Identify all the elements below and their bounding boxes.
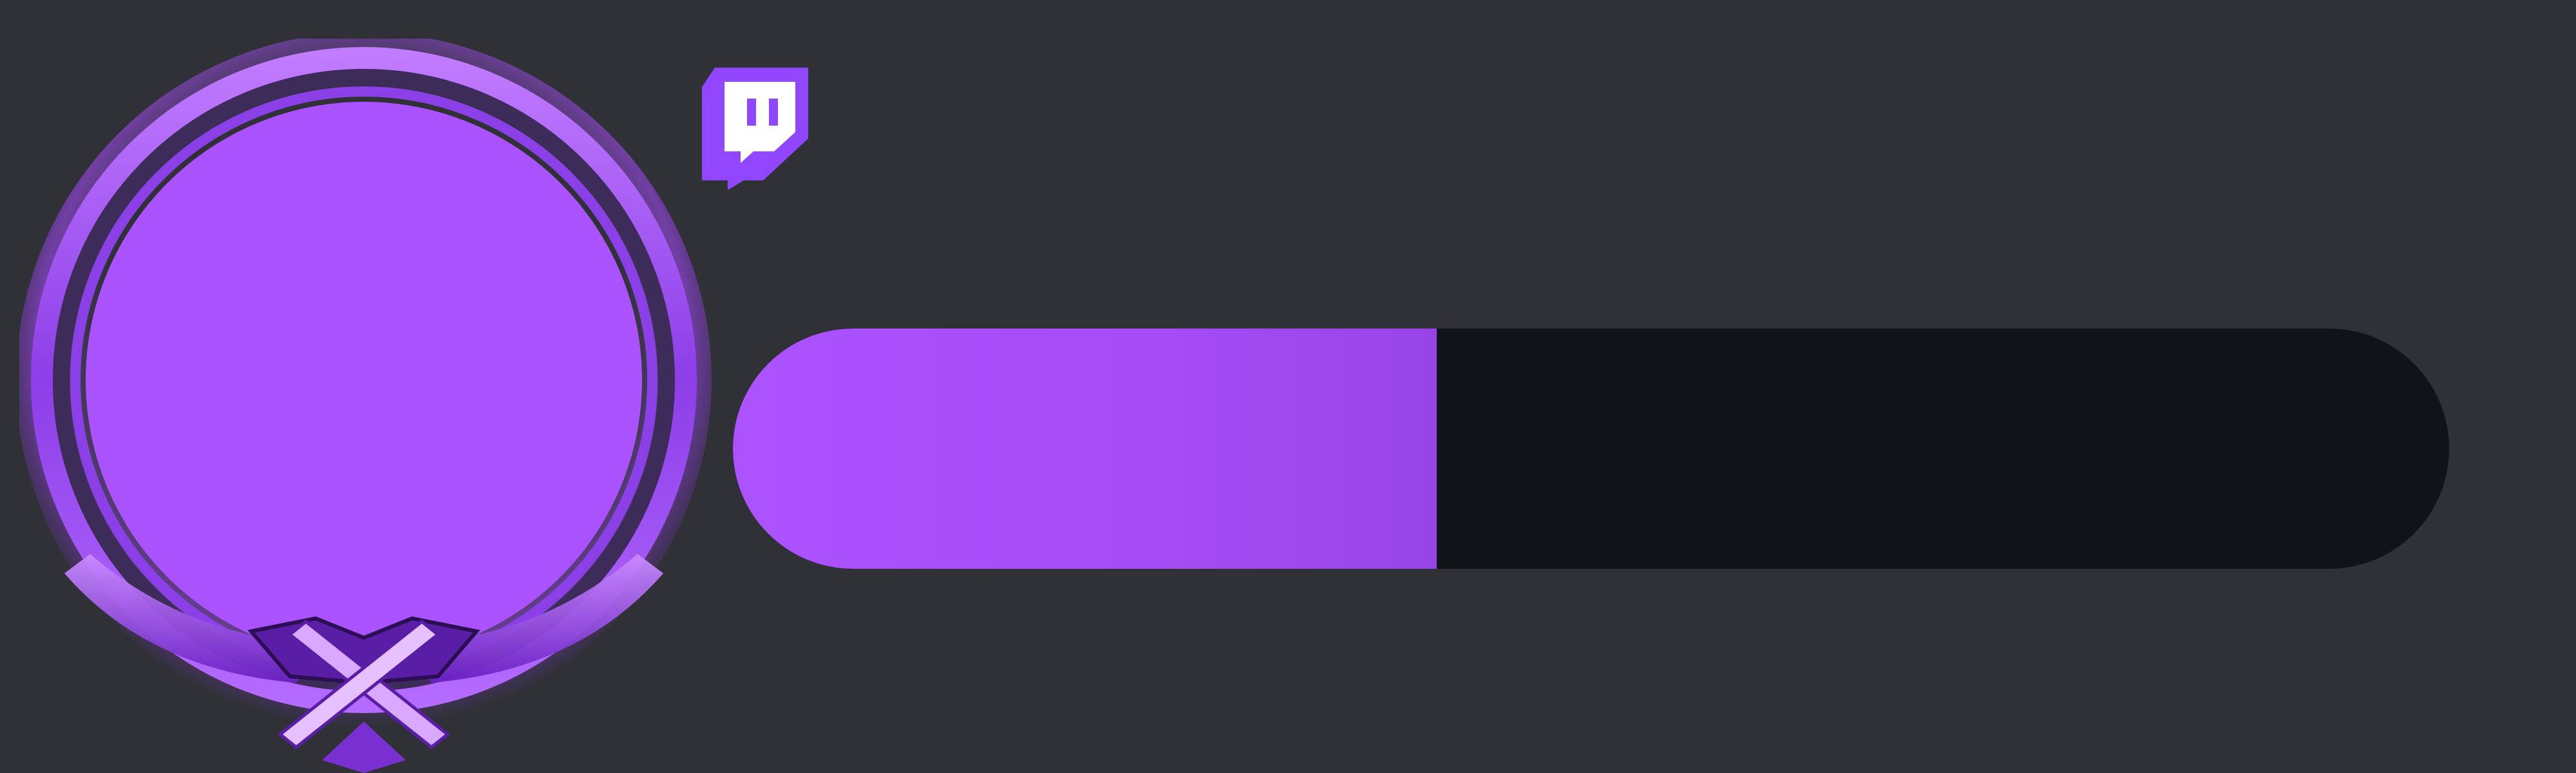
- progress-bar: [733, 329, 2449, 569]
- overlay-canvas: [0, 0, 2576, 773]
- crossed-swords-emblem-icon: [19, 39, 712, 773]
- avatar-frame: [19, 39, 734, 773]
- twitch-icon: [702, 68, 808, 190]
- progress-fill: [733, 329, 1437, 569]
